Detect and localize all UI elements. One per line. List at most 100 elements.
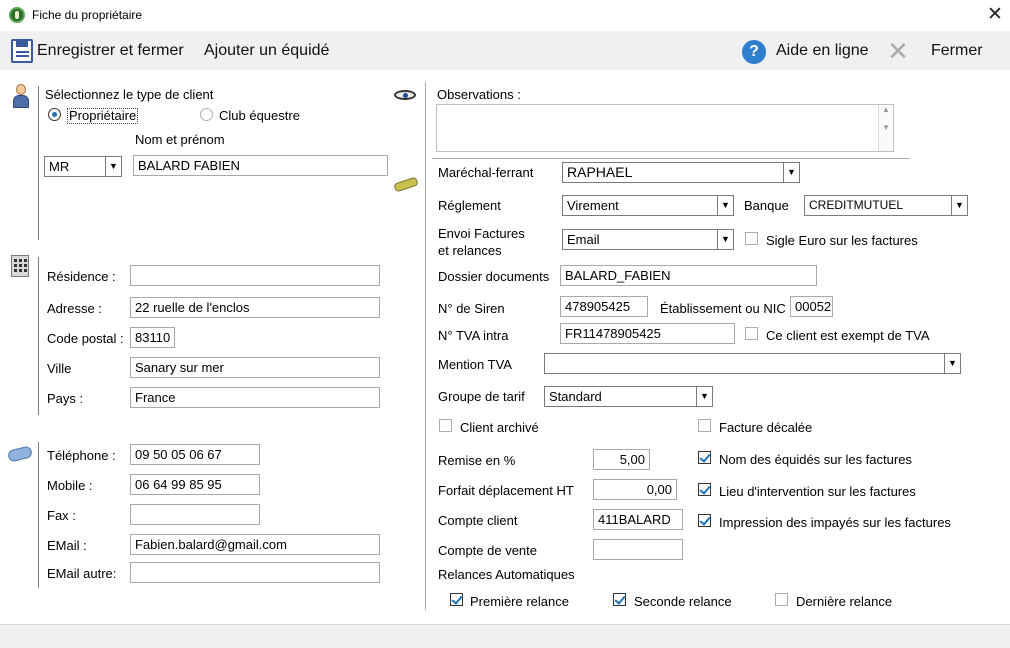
client-group-line <box>38 86 39 240</box>
last-reminder-checkbox[interactable] <box>775 593 788 606</box>
app-logo-icon <box>9 7 25 23</box>
last-reminder-label: Dernière relance <box>796 594 893 609</box>
street-label: Adresse : <box>47 301 102 316</box>
archived-checkbox[interactable] <box>439 419 452 432</box>
sales-account-label: Compte de vente <box>438 543 538 558</box>
phone-icon <box>6 445 34 463</box>
second-reminder-label: Seconde relance <box>634 594 732 609</box>
client-type-label: Sélectionnez le type de client <box>45 87 214 102</box>
phone-field[interactable]: 09 50 05 06 67 <box>130 444 260 465</box>
observations-scrollbar[interactable]: ▲ ▼ <box>878 105 893 151</box>
street-field[interactable]: 22 ruelle de l'enclos <box>130 297 380 318</box>
euro-sign-checkbox[interactable] <box>745 232 758 245</box>
person-icon <box>12 84 30 110</box>
bank-label: Banque <box>744 198 789 213</box>
name-field[interactable]: BALARD FABIEN <box>133 155 388 176</box>
title-bar <box>0 0 1010 32</box>
location-checkbox[interactable] <box>698 483 711 496</box>
unpaid-label: Impression des impayés sur les factures <box>719 515 951 530</box>
vat-exempt-checkbox[interactable] <box>745 327 758 340</box>
account-field[interactable]: 411BALARD <box>593 509 683 530</box>
building-icon <box>11 255 29 277</box>
vat-mention-select[interactable]: ▼ <box>544 353 961 374</box>
observations-divider <box>432 158 910 159</box>
status-bar <box>0 624 1010 648</box>
residence-label: Résidence : <box>47 269 116 284</box>
nic-field[interactable]: 00052 <box>790 296 833 317</box>
bank-select[interactable]: CREDITMUTUEL ▼ <box>804 195 968 216</box>
payment-label: Réglement <box>438 198 501 213</box>
deferred-checkbox[interactable] <box>698 419 711 432</box>
help-icon[interactable]: ? <box>742 40 766 64</box>
farrier-label: Maréchal-ferrant <box>438 165 534 180</box>
travel-label: Forfait déplacement HT <box>438 483 574 498</box>
account-label: Compte client <box>438 513 518 528</box>
email-field[interactable]: Fabien.balard@gmail.com <box>130 534 380 555</box>
vat-exempt-label: Ce client est exempt de TVA <box>766 328 930 343</box>
first-reminder-checkbox[interactable] <box>450 593 463 606</box>
city-field[interactable]: Sanary sur mer <box>130 357 380 378</box>
vat-label: N° TVA intra <box>438 328 509 343</box>
email2-label: EMail autre: <box>47 566 117 581</box>
horse-names-label: Nom des équidés sur les factures <box>719 452 912 467</box>
siren-field[interactable]: 478905425 <box>560 296 648 317</box>
radio-owner-label[interactable]: Propriétaire <box>67 108 139 124</box>
name-label: Nom et prénom <box>135 132 225 147</box>
close-icon[interactable]: ✕ <box>886 38 910 64</box>
unpaid-checkbox[interactable] <box>698 514 711 527</box>
address-group-line <box>38 257 39 415</box>
eye-icon[interactable] <box>394 90 416 100</box>
add-horse-button[interactable]: Ajouter un équidé <box>204 32 329 70</box>
vat-field[interactable]: FR11478905425 <box>560 323 735 344</box>
docs-field[interactable]: BALARD_FABIEN <box>560 265 817 286</box>
residence-field[interactable] <box>130 265 380 286</box>
nic-label: Établissement ou NIC <box>660 301 786 316</box>
signature-pen-icon[interactable] <box>393 176 419 193</box>
fax-field[interactable] <box>130 504 260 525</box>
vat-mention-label: Mention TVA <box>438 357 512 372</box>
radio-club[interactable] <box>200 108 213 121</box>
first-reminder-label: Première relance <box>470 594 569 609</box>
column-separator <box>425 82 426 610</box>
mobile-field[interactable]: 06 64 99 85 95 <box>130 474 260 495</box>
save-icon[interactable] <box>11 39 33 63</box>
observations-label: Observations : <box>437 87 521 102</box>
second-reminder-checkbox[interactable] <box>613 593 626 606</box>
civility-select[interactable]: MR ▼ <box>44 156 122 177</box>
payment-select[interactable]: Virement ▼ <box>562 195 734 216</box>
location-label: Lieu d'intervention sur les factures <box>719 484 916 499</box>
tariff-select[interactable]: Standard ▼ <box>544 386 713 407</box>
tariff-label: Groupe de tarif <box>438 389 525 404</box>
email-label: EMail : <box>47 538 87 553</box>
contact-group-line <box>38 442 39 588</box>
fax-label: Fax : <box>47 508 76 523</box>
window-title: Fiche du propriétaire <box>32 8 143 22</box>
postal-field[interactable]: 83110 <box>130 327 175 348</box>
reminders-label: Relances Automatiques <box>438 567 575 582</box>
horse-names-checkbox[interactable] <box>698 451 711 464</box>
travel-field[interactable]: 0,00 <box>593 479 677 500</box>
email2-field[interactable] <box>130 562 380 583</box>
farrier-select[interactable]: RAPHAEL ▼ <box>562 162 800 183</box>
country-field[interactable]: France <box>130 387 380 408</box>
help-button[interactable]: Aide en ligne <box>776 32 869 70</box>
deferred-label: Facture décalée <box>719 420 813 435</box>
radio-club-label[interactable]: Club équestre <box>219 108 300 123</box>
radio-owner[interactable] <box>48 108 61 121</box>
discount-field[interactable]: 5,00 <box>593 449 650 470</box>
invoice-send-select[interactable]: Email ▼ <box>562 229 734 250</box>
window-close-button[interactable]: ✕ <box>985 4 1005 26</box>
euro-sign-label: Sigle Euro sur les factures <box>766 233 918 248</box>
save-close-button[interactable]: Enregistrer et fermer <box>37 32 184 70</box>
mobile-label: Mobile : <box>47 478 93 493</box>
invoice-send-label-2: et relances <box>438 243 502 258</box>
country-label: Pays : <box>47 391 84 406</box>
discount-label: Remise en % <box>438 453 516 468</box>
close-button[interactable]: Fermer <box>931 32 983 70</box>
archived-label: Client archivé <box>460 420 539 435</box>
observations-field[interactable]: ▲ ▼ <box>436 104 894 152</box>
invoice-send-label-1: Envoi Factures <box>438 226 525 241</box>
docs-label: Dossier documents <box>438 269 550 284</box>
sales-account-field[interactable] <box>593 539 683 560</box>
postal-label: Code postal : <box>47 331 124 346</box>
